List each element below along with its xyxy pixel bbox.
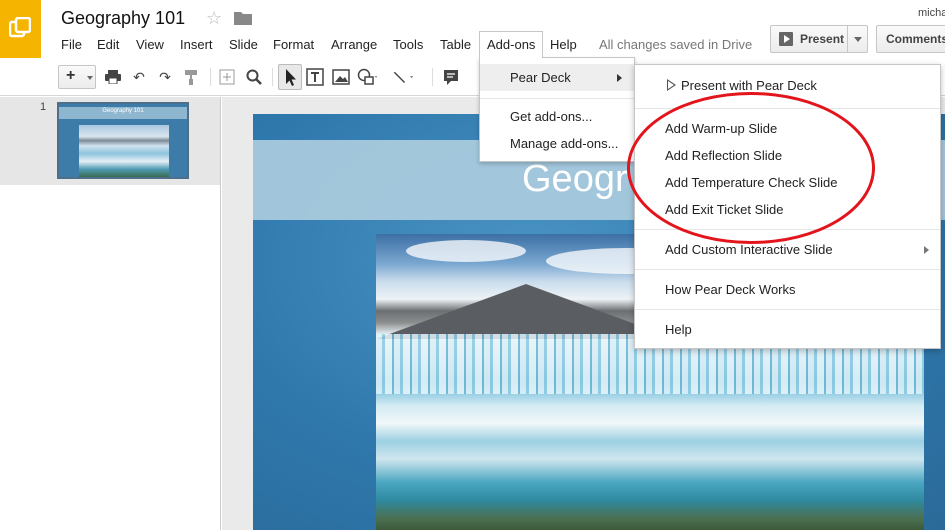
play-icon — [667, 79, 676, 91]
menu-addons[interactable]: Add-ons — [479, 31, 543, 58]
peardeck-item-help[interactable]: Help — [665, 322, 692, 337]
slides-logo-icon — [9, 17, 31, 38]
addons-item-get-addons[interactable]: Get add-ons... — [510, 109, 592, 124]
menu-divider — [480, 98, 634, 99]
menu-divider — [635, 309, 940, 310]
print-icon[interactable] — [102, 66, 124, 88]
cloud-shape — [406, 240, 526, 262]
addons-item-peardeck[interactable]: Pear Deck — [480, 64, 634, 91]
thumbnail-glacier-image — [79, 125, 169, 177]
menu-table[interactable]: Table — [440, 37, 471, 53]
menu-divider — [635, 269, 940, 270]
chevron-down-icon — [87, 76, 93, 80]
toolbar-separator — [272, 68, 273, 86]
chevron-down-icon[interactable] — [854, 37, 862, 42]
peardeck-item-exit-ticket[interactable]: Add Exit Ticket Slide — [665, 202, 784, 217]
addons-dropdown-menu: Pear Deck Get add-ons... Manage add-ons.… — [479, 57, 635, 162]
select-tool-icon[interactable] — [278, 64, 302, 90]
toolbar-separator — [210, 68, 211, 86]
menu-divider — [635, 229, 940, 230]
text-box-icon[interactable] — [304, 66, 326, 88]
present-play-icon — [779, 32, 793, 46]
filmstrip: 1 Geography 101 — [0, 97, 221, 530]
menu-insert[interactable]: Insert — [180, 37, 213, 53]
filmstrip-slide-row[interactable]: 1 Geography 101 — [0, 97, 220, 185]
menu-format[interactable]: Format — [273, 37, 314, 53]
slides-logo[interactable] — [0, 0, 41, 58]
folder-icon[interactable] — [234, 11, 252, 25]
peardeck-item-how-it-works[interactable]: How Pear Deck Works — [665, 282, 796, 297]
peardeck-item-warmup[interactable]: Add Warm-up Slide — [665, 121, 777, 136]
comment-icon[interactable] — [440, 66, 462, 88]
peardeck-item-present[interactable]: Present with Pear Deck — [681, 78, 817, 93]
image-icon[interactable] — [330, 66, 352, 88]
star-icon[interactable]: ☆ — [206, 8, 222, 28]
slide-number: 1 — [40, 101, 47, 113]
peardeck-item-reflection[interactable]: Add Reflection Slide — [665, 148, 782, 163]
slide-title[interactable]: Geogr — [522, 158, 628, 201]
mountain-shape — [376, 284, 676, 339]
new-slide-button[interactable]: + — [58, 65, 96, 89]
peardeck-item-temperature-check[interactable]: Add Temperature Check Slide — [665, 175, 837, 190]
menu-help[interactable]: Help — [550, 37, 577, 53]
menu-divider — [635, 108, 940, 109]
zoom-icon[interactable] — [243, 66, 265, 88]
comments-button[interactable]: Comments — [876, 25, 945, 53]
menu-tools[interactable]: Tools — [393, 37, 423, 53]
present-label: Present — [800, 32, 845, 46]
user-name[interactable]: micha — [918, 7, 945, 19]
background-icon[interactable] — [216, 66, 238, 88]
menu-slide[interactable]: Slide — [229, 37, 258, 53]
line-icon[interactable] — [392, 66, 414, 88]
present-button[interactable]: Present — [770, 25, 868, 53]
redo-icon[interactable]: ↷ — [154, 66, 176, 88]
shape-icon[interactable] — [356, 66, 378, 88]
save-status[interactable]: All changes saved in Drive — [599, 37, 752, 52]
undo-icon[interactable]: ↶ — [128, 66, 150, 88]
slide-thumbnail[interactable]: Geography 101 — [57, 102, 189, 179]
addons-item-manage-addons[interactable]: Manage add-ons... — [510, 136, 618, 151]
peardeck-submenu: Present with Pear Deck Add Warm-up Slide… — [634, 64, 941, 349]
menu-arrange[interactable]: Arrange — [331, 37, 377, 53]
menu-edit[interactable]: Edit — [97, 37, 119, 53]
peardeck-item-custom-interactive[interactable]: Add Custom Interactive Slide — [665, 242, 833, 257]
thumbnail-title: Geography 101 — [102, 108, 144, 114]
toolbar-separator — [432, 68, 433, 86]
document-title[interactable]: Geography 101 — [61, 8, 185, 29]
chevron-right-icon — [924, 246, 929, 254]
paint-format-icon[interactable] — [180, 66, 202, 88]
menu-file[interactable]: File — [61, 37, 82, 53]
present-separator — [847, 26, 848, 52]
addons-item-peardeck-label: Pear Deck — [510, 70, 571, 85]
menu-view[interactable]: View — [136, 37, 164, 53]
plus-icon: + — [66, 67, 76, 84]
chevron-right-icon — [617, 74, 622, 82]
